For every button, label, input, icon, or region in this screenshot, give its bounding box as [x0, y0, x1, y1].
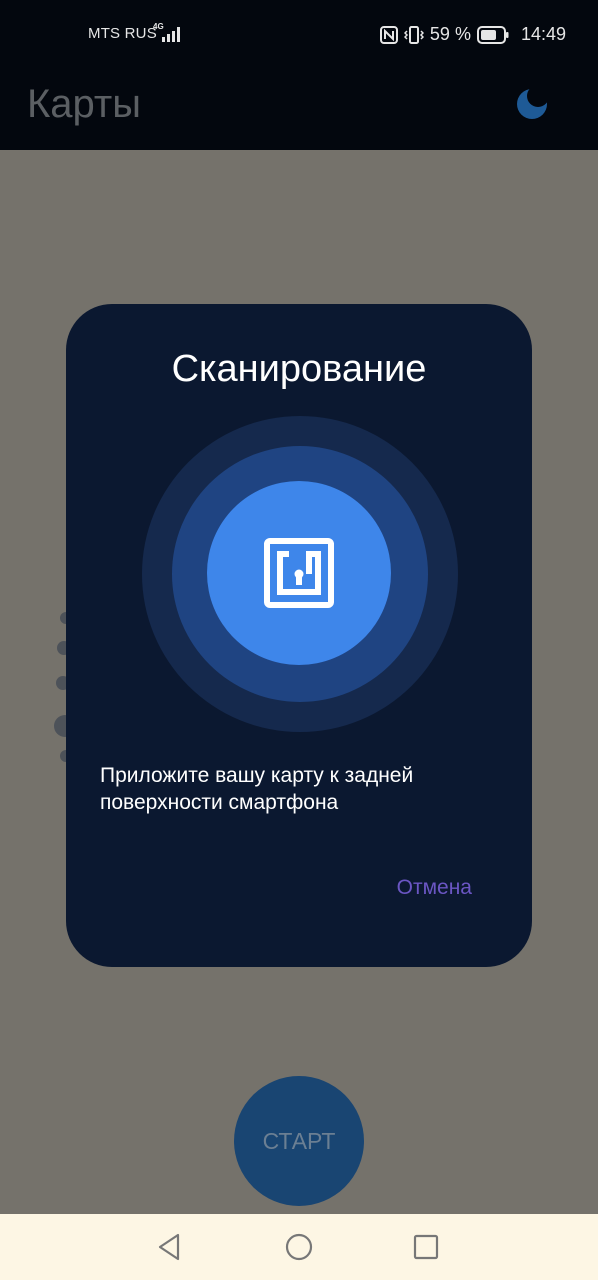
start-button[interactable]: СТАРТ [234, 1076, 364, 1206]
carrier-name: MTS RUS [88, 25, 157, 42]
home-icon[interactable] [283, 1231, 315, 1263]
cancel-button[interactable]: Отмена [397, 876, 472, 900]
scan-dialog: Сканирование Приложите вашу карту к задн… [66, 304, 532, 967]
nfc-status-icon [379, 25, 398, 44]
app-bar: Карты [0, 68, 598, 150]
recents-icon[interactable] [410, 1231, 442, 1263]
clock: 14:49 [520, 24, 566, 44]
back-icon[interactable] [154, 1231, 186, 1263]
signal-icon [162, 27, 180, 42]
page-title: Карты [27, 82, 141, 126]
dialog-message: Приложите вашу карту к задней поверхност… [100, 764, 414, 814]
battery-percent: 59 % [429, 24, 471, 44]
battery-icon [476, 25, 509, 44]
status-bar: MTS RUS 4G 59 % 14:49 [0, 0, 598, 68]
navigation-bar [0, 1214, 598, 1280]
nfc-icon [264, 538, 334, 608]
dialog-title: Сканирование [171, 348, 427, 390]
moon-icon[interactable] [514, 86, 550, 122]
vibrate-icon [403, 25, 424, 44]
